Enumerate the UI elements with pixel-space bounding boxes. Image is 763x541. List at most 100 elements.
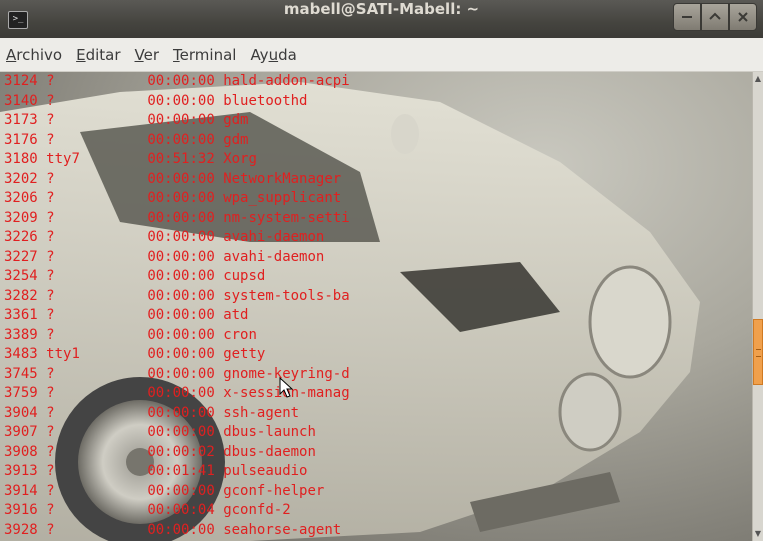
process-row: 3916 ? 00:00:04 gconfd-2 (4, 501, 350, 521)
cpu-time: 00:00:00 (147, 209, 215, 226)
vertical-scrollbar[interactable]: ▲ ▼ (752, 72, 763, 541)
tty: ? (46, 365, 55, 382)
process-row: 3913 ? 00:01:41 pulseaudio (4, 462, 350, 482)
process-row: 3209 ? 00:00:00 nm-system-setti (4, 209, 350, 229)
process-row: 3745 ? 00:00:00 gnome-keyring-d (4, 365, 350, 385)
tty: ? (46, 307, 55, 323)
window-title: mabell@SATI-Mabell: ~ (283, 0, 480, 18)
cpu-time: 00:00:00 (147, 326, 215, 343)
command: ssh-agent (223, 404, 300, 421)
cpu-time: 00:00:00 (147, 521, 215, 538)
tty: ? (46, 404, 55, 421)
pid: 3202 (4, 170, 38, 187)
tty: ? (46, 385, 55, 401)
cpu-time: 00:00:00 (147, 170, 215, 187)
process-row: 3907 ? 00:00:00 dbus-launch (4, 423, 350, 443)
command: Xorg (223, 151, 257, 167)
process-row: 3483 tty1 00:00:00 getty (4, 345, 350, 365)
cpu-time: 00:00:04 (147, 502, 215, 518)
process-row: 3202 ? 00:00:00 NetworkManager (4, 170, 350, 190)
scroll-down-arrow-icon[interactable]: ▼ (753, 529, 763, 541)
cpu-time: 00:00:00 (147, 73, 215, 89)
tty: ? (46, 131, 55, 148)
command: hald-addon-acpi (223, 73, 350, 89)
tty: ? (46, 92, 55, 109)
minimize-icon (682, 16, 692, 18)
tty: ? (46, 229, 55, 245)
command: avahi-daemon (223, 229, 325, 245)
process-row: 3227 ? 00:00:00 avahi-daemon (4, 248, 350, 268)
command: gdm (223, 112, 249, 128)
close-icon (738, 12, 748, 22)
cpu-time: 00:00:00 (147, 404, 215, 421)
maximize-icon (709, 12, 721, 20)
cpu-time: 00:51:32 (147, 151, 215, 167)
title-bar[interactable]: >_ mabell@SATI-Mabell: ~ (0, 0, 763, 38)
minimize-button[interactable] (673, 3, 701, 31)
pid: 3226 (4, 229, 38, 245)
maximize-button[interactable] (701, 3, 729, 31)
pid: 3916 (4, 502, 38, 518)
tty: tty7 (46, 151, 80, 167)
pid: 3173 (4, 112, 38, 128)
command: getty (223, 346, 266, 362)
scrollbar-thumb[interactable] (753, 319, 763, 385)
tty: ? (46, 73, 55, 89)
tty: tty1 (46, 346, 80, 362)
pid: 3907 (4, 424, 38, 440)
cpu-time: 00:00:00 (147, 385, 215, 401)
cpu-time: 00:00:02 (147, 443, 215, 460)
command: cron (223, 326, 257, 343)
cpu-time: 00:01:41 (147, 463, 215, 479)
pid: 3254 (4, 268, 38, 284)
command: atd (223, 307, 249, 323)
menu-item-archivo[interactable]: Archivo (5, 44, 63, 66)
pid: 3928 (4, 521, 38, 538)
pid: 3282 (4, 287, 38, 304)
pid: 3914 (4, 482, 38, 499)
close-button[interactable] (729, 3, 757, 31)
command: seahorse-agent (223, 521, 342, 538)
cpu-time: 00:00:00 (147, 92, 215, 109)
tty: ? (46, 482, 55, 499)
process-row: 3914 ? 00:00:00 gconf-helper (4, 482, 350, 502)
pid: 3389 (4, 326, 38, 343)
pid: 3913 (4, 463, 38, 479)
cpu-time: 00:00:00 (147, 131, 215, 148)
cpu-time: 00:00:00 (147, 365, 215, 382)
tty: ? (46, 190, 55, 206)
command: gconfd-2 (223, 502, 291, 518)
command: NetworkManager (223, 170, 342, 187)
pid: 3180 (4, 151, 38, 167)
scroll-up-arrow-icon[interactable]: ▲ (753, 72, 763, 84)
tty: ? (46, 170, 55, 187)
menu-bar: Archivo Editar Ver Terminal Ayuda (0, 38, 763, 72)
process-row: 3361 ? 00:00:00 atd (4, 306, 350, 326)
tty: ? (46, 248, 55, 265)
process-row: 3389 ? 00:00:00 cron (4, 326, 350, 346)
process-row: 3904 ? 00:00:00 ssh-agent (4, 404, 350, 424)
tty: ? (46, 112, 55, 128)
cpu-time: 00:00:00 (147, 307, 215, 323)
command: avahi-daemon (223, 248, 325, 265)
mouse-pointer-icon (279, 377, 294, 398)
command: dbus-daemon (223, 443, 316, 460)
tty: ? (46, 287, 55, 304)
menu-item-ayuda[interactable]: Ayuda (249, 44, 297, 66)
cpu-time: 00:00:00 (147, 346, 215, 362)
tty: ? (46, 209, 55, 226)
terminal-output-area[interactable]: 3124 ? 00:00:00 hald-addon-acpi 3140 ? 00… (0, 72, 752, 541)
command: nm-system-setti (223, 209, 350, 226)
cpu-time: 00:00:00 (147, 424, 215, 440)
cpu-time: 00:00:00 (147, 229, 215, 245)
process-row: 3124 ? 00:00:00 hald-addon-acpi (4, 72, 350, 92)
pid: 3209 (4, 209, 38, 226)
process-row: 3140 ? 00:00:00 bluetoothd (4, 92, 350, 112)
process-row: 3226 ? 00:00:00 avahi-daemon (4, 228, 350, 248)
cpu-time: 00:00:00 (147, 482, 215, 499)
menu-item-ver[interactable]: Ver (134, 44, 161, 66)
tty: ? (46, 443, 55, 460)
menu-item-editar[interactable]: Editar (75, 44, 121, 66)
menu-item-terminal[interactable]: Terminal (172, 44, 237, 66)
pid: 3759 (4, 385, 38, 401)
